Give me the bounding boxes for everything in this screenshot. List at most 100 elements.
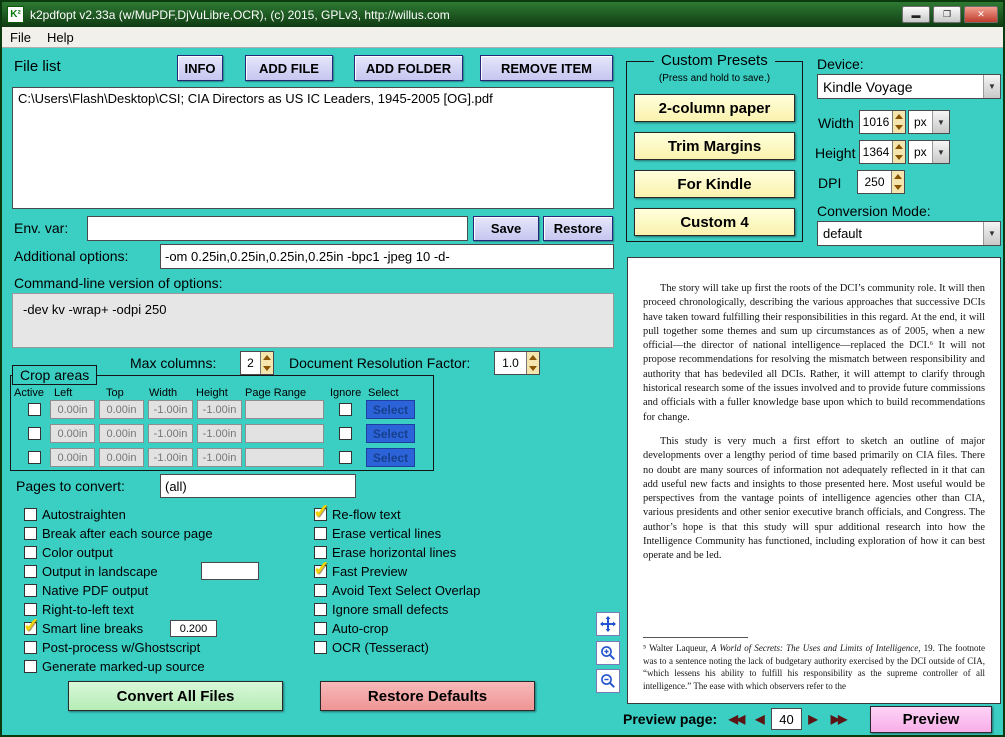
preset-2-column-paper-button[interactable]: 2-column paper xyxy=(634,94,795,122)
crop-left-input[interactable] xyxy=(50,448,95,467)
checkbox-native-pdf[interactable] xyxy=(24,584,37,597)
chevron-down-icon[interactable]: ▼ xyxy=(932,111,949,133)
crop-width-input[interactable] xyxy=(148,400,193,419)
crop-page-range-input[interactable] xyxy=(245,400,324,419)
crop-ignore-checkbox[interactable] xyxy=(339,451,352,464)
crop-top-input[interactable] xyxy=(99,424,144,443)
crop-width-input[interactable] xyxy=(148,424,193,443)
remove-item-button[interactable]: REMOVE ITEM xyxy=(480,55,613,81)
spinner-up-icon[interactable] xyxy=(893,141,905,152)
crop-page-range-input[interactable] xyxy=(245,448,324,467)
restore-button[interactable]: Restore xyxy=(543,216,613,241)
checkbox-erase-vertical[interactable] xyxy=(314,527,327,540)
crop-left-input[interactable] xyxy=(50,400,95,419)
resolution-factor-spinner[interactable]: 1.0 xyxy=(494,351,540,375)
spinner-down-icon[interactable] xyxy=(893,152,905,163)
file-list[interactable]: C:\Users\Flash\Desktop\CSI; CIA Director… xyxy=(12,87,614,209)
checkbox-ignore-defects[interactable] xyxy=(314,603,327,616)
height-spinner[interactable]: 1364 xyxy=(859,140,906,164)
convert-all-files-button[interactable]: Convert All Files xyxy=(68,681,283,711)
crop-width-input[interactable] xyxy=(148,448,193,467)
crop-height-input[interactable] xyxy=(197,424,242,443)
preview-button[interactable]: Preview xyxy=(870,706,992,733)
height-value[interactable]: 1364 xyxy=(860,141,892,163)
checkbox-auto-crop[interactable] xyxy=(314,622,327,635)
dpi-spinner[interactable]: 250 xyxy=(857,170,905,194)
width-value[interactable]: 1016 xyxy=(860,111,892,133)
checkbox-autostraighten[interactable] xyxy=(24,508,37,521)
dpi-value[interactable]: 250 xyxy=(858,171,891,193)
maximize-button[interactable]: ❐ xyxy=(933,6,961,23)
previous-page-button[interactable]: ◀ xyxy=(752,708,768,729)
spinner-down-icon[interactable] xyxy=(527,363,539,374)
info-button[interactable]: INFO xyxy=(177,55,223,81)
menu-file[interactable]: File xyxy=(10,30,31,45)
max-columns-spinner[interactable]: 2 xyxy=(240,351,274,375)
crop-active-checkbox[interactable] xyxy=(28,451,41,464)
crop-active-checkbox[interactable] xyxy=(28,427,41,440)
spinner-up-icon[interactable] xyxy=(527,352,539,363)
crop-top-input[interactable] xyxy=(99,400,144,419)
max-columns-value[interactable]: 2 xyxy=(241,352,260,374)
pages-to-convert-input[interactable] xyxy=(160,474,356,498)
first-page-button[interactable]: ◀◀ xyxy=(722,708,750,729)
conversion-mode-select[interactable]: default ▼ xyxy=(817,221,1001,246)
device-select[interactable]: Kindle Voyage ▼ xyxy=(817,74,1001,99)
chevron-down-icon[interactable]: ▼ xyxy=(983,222,1000,245)
spinner-up-icon[interactable] xyxy=(893,111,905,122)
chevron-down-icon[interactable]: ▼ xyxy=(932,141,949,163)
env-var-input[interactable] xyxy=(87,216,468,241)
spinner-down-icon[interactable] xyxy=(893,122,905,133)
crop-select-button[interactable]: Select xyxy=(366,448,415,467)
landscape-pages-input[interactable] xyxy=(201,562,259,580)
zoom-in-button[interactable] xyxy=(596,641,620,665)
width-spinner[interactable]: 1016 xyxy=(859,110,906,134)
spinner-up-icon[interactable] xyxy=(892,171,904,182)
preview-page-input[interactable] xyxy=(771,708,802,730)
file-list-item[interactable]: C:\Users\Flash\Desktop\CSI; CIA Director… xyxy=(13,88,613,109)
spinner-up-icon[interactable] xyxy=(261,352,273,363)
zoom-out-button[interactable] xyxy=(596,669,620,693)
crop-height-input[interactable] xyxy=(197,400,242,419)
menu-help[interactable]: Help xyxy=(47,30,74,45)
crop-active-checkbox[interactable] xyxy=(28,403,41,416)
save-button[interactable]: Save xyxy=(473,216,539,241)
checkbox-output-landscape[interactable] xyxy=(24,565,37,578)
fit-page-button[interactable] xyxy=(596,612,620,636)
crop-height-input[interactable] xyxy=(197,448,242,467)
chevron-down-icon[interactable]: ▼ xyxy=(983,75,1000,98)
crop-ignore-checkbox[interactable] xyxy=(339,403,352,416)
checkbox-avoid-overlap[interactable] xyxy=(314,584,327,597)
preset-trim-margins-button[interactable]: Trim Margins xyxy=(634,132,795,160)
crop-top-input[interactable] xyxy=(99,448,144,467)
preset-custom-4-button[interactable]: Custom 4 xyxy=(634,208,795,236)
restore-defaults-button[interactable]: Restore Defaults xyxy=(320,681,535,711)
crop-select-button[interactable]: Select xyxy=(366,400,415,419)
crop-left-input[interactable] xyxy=(50,424,95,443)
checkbox-ghostscript[interactable] xyxy=(24,641,37,654)
smart-line-breaks-input[interactable] xyxy=(170,620,217,637)
preview-pane[interactable]: The story will take up first the roots o… xyxy=(627,257,1001,704)
checkbox-ocr[interactable] xyxy=(314,641,327,654)
crop-select-button[interactable]: Select xyxy=(366,424,415,443)
add-file-button[interactable]: ADD FILE xyxy=(245,55,333,81)
minimize-button[interactable]: ▬ xyxy=(902,6,930,23)
close-button[interactable]: ✕ xyxy=(964,6,998,23)
checkbox-smart-line-breaks[interactable] xyxy=(23,613,40,638)
checkbox-reflow-text[interactable] xyxy=(313,499,330,524)
last-page-button[interactable]: ▶▶ xyxy=(824,708,852,729)
next-page-button[interactable]: ▶ xyxy=(805,708,821,729)
crop-page-range-input[interactable] xyxy=(245,424,324,443)
additional-options-input[interactable] xyxy=(160,244,614,269)
checkbox-break-after-page[interactable] xyxy=(24,527,37,540)
height-unit-select[interactable]: px ▼ xyxy=(908,140,950,164)
spinner-down-icon[interactable] xyxy=(261,363,273,374)
checkbox-marked-up-source[interactable] xyxy=(24,660,37,673)
resolution-factor-value[interactable]: 1.0 xyxy=(495,352,526,374)
spinner-down-icon[interactable] xyxy=(892,182,904,193)
checkbox-color-output[interactable] xyxy=(24,546,37,559)
add-folder-button[interactable]: ADD FOLDER xyxy=(354,55,463,81)
checkbox-fast-preview[interactable] xyxy=(313,556,330,581)
preset-for-kindle-button[interactable]: For Kindle xyxy=(634,170,795,198)
crop-ignore-checkbox[interactable] xyxy=(339,427,352,440)
